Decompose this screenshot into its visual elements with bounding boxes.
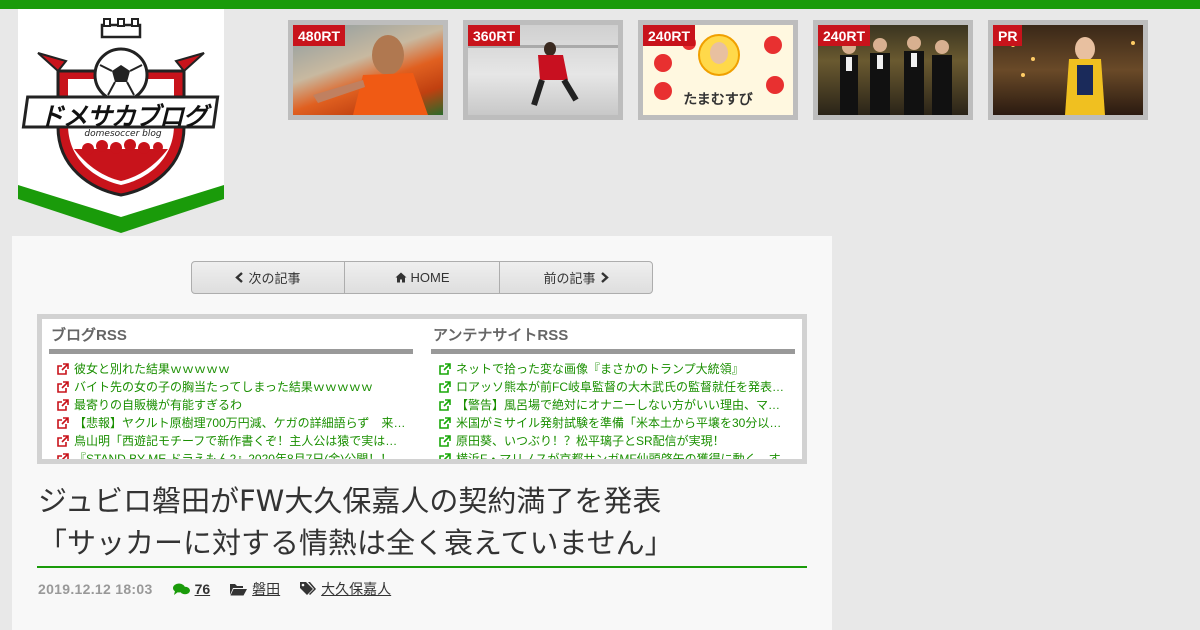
antenna-rss-column: アンテナサイトRSS ネットで拾った変な画像『まさかのトランプ大統領』ロアッソ熊… bbox=[431, 319, 795, 464]
rss-item[interactable]: 鳥山明「西遊記モチーフで新作書くぞ！主人公は猿で実は… bbox=[57, 432, 413, 450]
rt-badge: 480RT bbox=[293, 25, 346, 46]
rss-item-title: 横浜F・マリノスが京都サンガMF仙頭啓矢の獲得に動く…す bbox=[456, 452, 781, 464]
tags-icon bbox=[300, 582, 317, 595]
rss-item-title: バイト先の女の子の胸当たってしまった結果ｗｗｗｗｗ bbox=[74, 380, 373, 394]
title-divider bbox=[37, 566, 807, 568]
rss-item-title: 米国がミサイル発射試験を準備「米本土から平壌を30分以… bbox=[456, 416, 782, 430]
rss-item[interactable]: ロアッソ熊本が前FC岐阜監督の大木武氏の監督就任を発表… bbox=[439, 378, 795, 396]
rss-item[interactable]: 彼女と別れた結果ｗｗｗｗｗ bbox=[57, 360, 413, 378]
folder-open-icon bbox=[230, 583, 248, 595]
rss-item[interactable]: ネットで拾った変な画像『まさかのトランプ大統領』 bbox=[439, 360, 795, 378]
external-link-icon bbox=[57, 381, 69, 393]
next-article-button[interactable]: 次の記事 bbox=[192, 262, 345, 293]
article-navigation: 次の記事 HOME 前の記事 bbox=[191, 261, 653, 294]
rt-badge: 360RT bbox=[468, 25, 521, 46]
blog-rss-title: ブログRSS bbox=[49, 319, 413, 354]
antenna-rss-list: ネットで拾った変な画像『まさかのトランプ大統領』ロアッソ熊本が前FC岐阜監督の大… bbox=[431, 354, 795, 464]
logo-subtext: domesoccer blog bbox=[84, 129, 162, 139]
thumbnail-link-3[interactable]: 240RT たまむすび bbox=[638, 20, 798, 120]
external-link-icon bbox=[57, 453, 69, 459]
rss-item[interactable]: 最寄りの自販機が有能すぎるわ bbox=[57, 396, 413, 414]
rt-badge: 240RT bbox=[643, 25, 696, 46]
rss-box: ブログRSS 彼女と別れた結果ｗｗｗｗｗ バイト先の女の子の胸当たってしまった結果… bbox=[37, 314, 807, 464]
logo-text: ドメサカブログ bbox=[38, 102, 208, 131]
category: 磐田 bbox=[230, 579, 280, 599]
rss-item-title: ネットで拾った変な画像『まさかのトランプ大統領』 bbox=[456, 362, 744, 376]
external-link-icon bbox=[439, 435, 451, 447]
rss-item[interactable]: バイト先の女の子の胸当たってしまった結果ｗｗｗｗｗ bbox=[57, 378, 413, 396]
external-link-icon bbox=[439, 363, 451, 375]
rss-item[interactable]: 原田葵、いつぶり！？松平璃子とSR配信が実現！ bbox=[439, 432, 795, 450]
chevron-right-icon bbox=[600, 272, 609, 283]
top-accent-bar bbox=[0, 0, 1200, 9]
tag-link[interactable]: 大久保嘉人 bbox=[321, 579, 391, 599]
rss-item-title: 【悲報】ヤクルト原樹理700万円減、ケガの詳細語らず 来季へ… bbox=[74, 416, 413, 430]
home-icon bbox=[395, 272, 406, 283]
external-link-icon bbox=[57, 417, 69, 429]
tags: 大久保嘉人 bbox=[300, 579, 391, 599]
external-link-icon bbox=[439, 381, 451, 393]
rss-item[interactable]: 【警告】風呂場で絶対にオナニーしない方がいい理由、マ… bbox=[439, 396, 795, 414]
thumbnail-link-2[interactable]: 360RT bbox=[463, 20, 623, 120]
thumbnail-link-1[interactable]: 480RT bbox=[288, 20, 448, 120]
thumbnail-link-4[interactable]: 240RT bbox=[813, 20, 973, 120]
rt-badge: 240RT bbox=[818, 25, 871, 46]
rss-item-title: 鳥山明「西遊記モチーフで新作書くぞ！主人公は猿で実は… bbox=[74, 434, 398, 448]
article-panel: 次の記事 HOME 前の記事 ブログRSS 彼女と別れた結果ｗｗｗｗｗ バイト先の… bbox=[12, 236, 832, 630]
next-article-label: 次の記事 bbox=[248, 271, 301, 286]
article-title-line-1: ジュビロ磐田がFW大久保嘉人の契約満了を発表 bbox=[38, 484, 662, 518]
external-link-icon bbox=[439, 453, 451, 459]
external-link-icon bbox=[439, 399, 451, 411]
rss-item[interactable]: 『STAND BY ME ドラえもん2』2020年8月7日(金)公開！！ bbox=[57, 450, 413, 464]
pr-badge: PR bbox=[993, 25, 1023, 46]
article-title: ジュビロ磐田がFW大久保嘉人の契約満了を発表 「サッカーに対する情熱は全く衰えて… bbox=[38, 480, 808, 564]
article-title-line-2: 「サッカーに対する情熱は全く衰えていません」 bbox=[38, 526, 674, 560]
antenna-rss-title: アンテナサイトRSS bbox=[431, 319, 795, 354]
rss-item[interactable]: 米国がミサイル発射試験を準備「米本土から平壌を30分以… bbox=[439, 414, 795, 432]
post-date: 2019.12.12 18:03 bbox=[38, 581, 153, 597]
chevron-left-icon bbox=[235, 272, 244, 283]
previous-article-button[interactable]: 前の記事 bbox=[500, 262, 652, 293]
external-link-icon bbox=[57, 399, 69, 411]
program-caption: たまむすび bbox=[683, 92, 753, 108]
blog-rss-column: ブログRSS 彼女と別れた結果ｗｗｗｗｗ バイト先の女の子の胸当たってしまった結果… bbox=[49, 319, 413, 464]
external-link-icon bbox=[57, 435, 69, 447]
home-label: HOME bbox=[410, 270, 450, 285]
thumbnail-link-5[interactable]: PR bbox=[988, 20, 1148, 120]
rss-item-title: 原田葵、いつぶり！？松平璃子とSR配信が実現！ bbox=[456, 434, 725, 448]
previous-article-label: 前の記事 bbox=[543, 271, 596, 286]
rss-item-title: 彼女と別れた結果ｗｗｗｗｗ bbox=[74, 362, 231, 376]
blog-rss-list: 彼女と別れた結果ｗｗｗｗｗ バイト先の女の子の胸当たってしまった結果ｗｗｗｗｗ 最寄… bbox=[49, 354, 413, 464]
rss-item-title: 【警告】風呂場で絶対にオナニーしない方がいい理由、マ… bbox=[456, 398, 781, 412]
external-link-icon bbox=[57, 363, 69, 375]
external-link-icon bbox=[439, 417, 451, 429]
rss-item[interactable]: 横浜F・マリノスが京都サンガMF仙頭啓矢の獲得に動く…す bbox=[439, 450, 795, 464]
rss-item-title: 『STAND BY ME ドラえもん2』2020年8月7日(金)公開！！ bbox=[74, 452, 393, 464]
rss-item-title: 最寄りの自販機が有能すぎるわ bbox=[74, 398, 243, 412]
comment-count: 76 bbox=[172, 581, 211, 597]
comment-count-link[interactable]: 76 bbox=[195, 581, 211, 597]
rss-item-title: ロアッソ熊本が前FC岐阜監督の大木武氏の監督就任を発表… bbox=[456, 380, 784, 394]
article-meta: 2019.12.12 18:03 76 磐田 大久保嘉人 bbox=[38, 578, 391, 600]
category-link[interactable]: 磐田 bbox=[252, 579, 280, 599]
home-button[interactable]: HOME bbox=[345, 262, 500, 293]
site-logo[interactable]: ドメサカブログ domesoccer blog bbox=[18, 9, 224, 233]
comments-icon bbox=[172, 583, 190, 595]
rss-item[interactable]: 【悲報】ヤクルト原樹理700万円減、ケガの詳細語らず 来季へ… bbox=[57, 414, 413, 432]
